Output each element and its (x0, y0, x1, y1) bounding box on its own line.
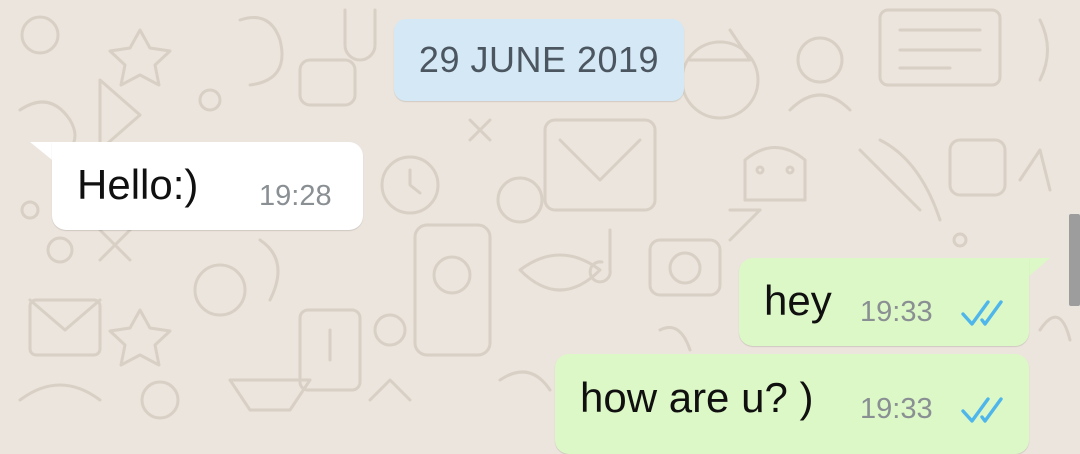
double-check-icon (961, 300, 1003, 326)
scrollbar-thumb[interactable] (1069, 214, 1080, 306)
message-time: 19:28 (259, 180, 332, 212)
message-text: how are u? ) (580, 374, 814, 421)
message-bubble-outgoing[interactable]: how are u? ) 19:33 (555, 354, 1029, 454)
message-text: hey (764, 277, 832, 324)
date-divider-label: 29 JUNE 2019 (418, 39, 660, 80)
double-check-icon (961, 397, 1003, 423)
message-time: 19:33 (860, 393, 933, 425)
message-bubble-incoming[interactable]: Hello:) 19:28 (52, 142, 363, 230)
date-divider: 29 JUNE 2019 (394, 19, 684, 101)
message-text: Hello:) (77, 161, 199, 208)
message-time: 19:33 (860, 296, 933, 328)
message-bubble-outgoing[interactable]: hey 19:33 (739, 258, 1029, 346)
